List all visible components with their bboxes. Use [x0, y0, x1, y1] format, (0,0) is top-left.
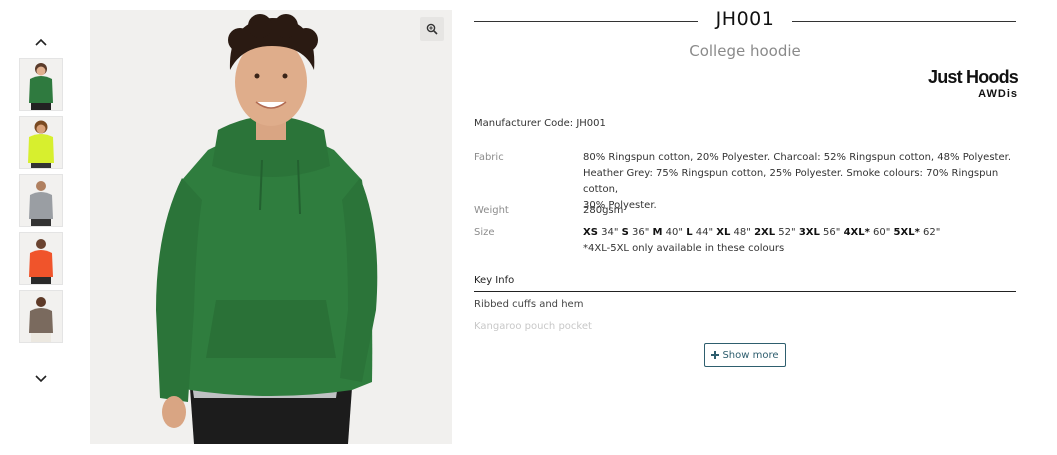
size-chest: 52": [778, 227, 796, 238]
header-divider-right: [792, 21, 1016, 22]
chevron-down-icon: [35, 375, 47, 383]
size-name: S: [621, 227, 629, 238]
brand-logo-text: Just Hoods: [927, 67, 1019, 87]
zoom-in-icon: [426, 23, 438, 35]
key-info-heading: Key Info: [474, 275, 1016, 292]
size-name: L: [686, 227, 693, 238]
size-name: M: [652, 227, 663, 238]
feature-item: Kangaroo pouch pocket: [474, 321, 592, 332]
size-chest: 40": [665, 227, 683, 238]
thumbnail-orange[interactable]: [19, 232, 63, 285]
manufacturer-code: Manufacturer Code: JH001: [474, 118, 606, 129]
thumbnails-next-button[interactable]: [32, 370, 50, 388]
size-value: XS 34" S 36" M 40" L 44" XL 48" 2XL 52" …: [583, 225, 1019, 257]
size-name: 4XL*: [843, 227, 870, 238]
weight-value: 280gsm: [583, 205, 624, 216]
weight-label: Weight: [474, 205, 509, 216]
thumbnails-prev-button[interactable]: [32, 33, 50, 51]
fabric-line: 80% Ringspun cotton, 20% Polyester. Char…: [583, 152, 1011, 163]
size-chest: 44": [695, 227, 714, 238]
feature-item: Ribbed cuffs and hem: [474, 299, 584, 310]
green-hoodie-thumbnail-image: [20, 59, 62, 110]
size-name: XS: [583, 227, 598, 238]
thumbnail-yellow[interactable]: [19, 116, 63, 169]
size-chest: 60": [873, 227, 891, 238]
size-name: 5XL*: [893, 227, 920, 238]
show-more-button[interactable]: Show more: [704, 343, 786, 367]
size-label: Size: [474, 227, 495, 238]
chevron-up-icon: [35, 38, 47, 46]
plus-icon: [711, 351, 720, 359]
thumbnail-grey[interactable]: [19, 174, 63, 227]
size-name: 3XL: [798, 227, 820, 238]
size-chest: 62": [923, 227, 941, 238]
fabric-line: Heather Grey: 75% Ringspun cotton, 25% P…: [583, 168, 999, 195]
size-chest: 36": [632, 227, 650, 238]
zoom-button[interactable]: [420, 17, 444, 41]
product-code: JH001: [715, 8, 775, 30]
size-chart: XS 34" S 36" M 40" L 44" XL 48" 2XL 52" …: [583, 225, 1019, 241]
grey-hoodie-thumbnail-image: [20, 175, 62, 226]
size-name: 2XL: [754, 227, 776, 238]
product-name: College hoodie: [689, 42, 801, 60]
brand-logo-sub: AWDis: [978, 88, 1018, 100]
yellow-hoodie-thumbnail-image: [20, 117, 62, 168]
size-chest: 56": [823, 227, 841, 238]
thumbnail-gallery: [18, 30, 64, 400]
brown-hoodie-thumbnail-image: [20, 291, 62, 342]
show-more-label: Show more: [722, 349, 779, 361]
size-note: *4XL-5XL only available in these colours: [583, 243, 785, 254]
orange-hoodie-thumbnail-image: [20, 233, 62, 284]
fabric-label: Fabric: [474, 152, 504, 163]
size-chest: 34": [601, 227, 619, 238]
size-name: XL: [716, 227, 731, 238]
brand-logo: Just Hoods AWDis: [894, 67, 1019, 108]
model-in-green-hoodie-image: [90, 10, 452, 444]
size-chest: 48": [733, 227, 751, 238]
thumbnail-green[interactable]: [19, 58, 63, 111]
main-product-image[interactable]: [90, 10, 452, 444]
product-header: JH001: [474, 8, 1016, 34]
thumbnail-brown[interactable]: [19, 290, 63, 343]
